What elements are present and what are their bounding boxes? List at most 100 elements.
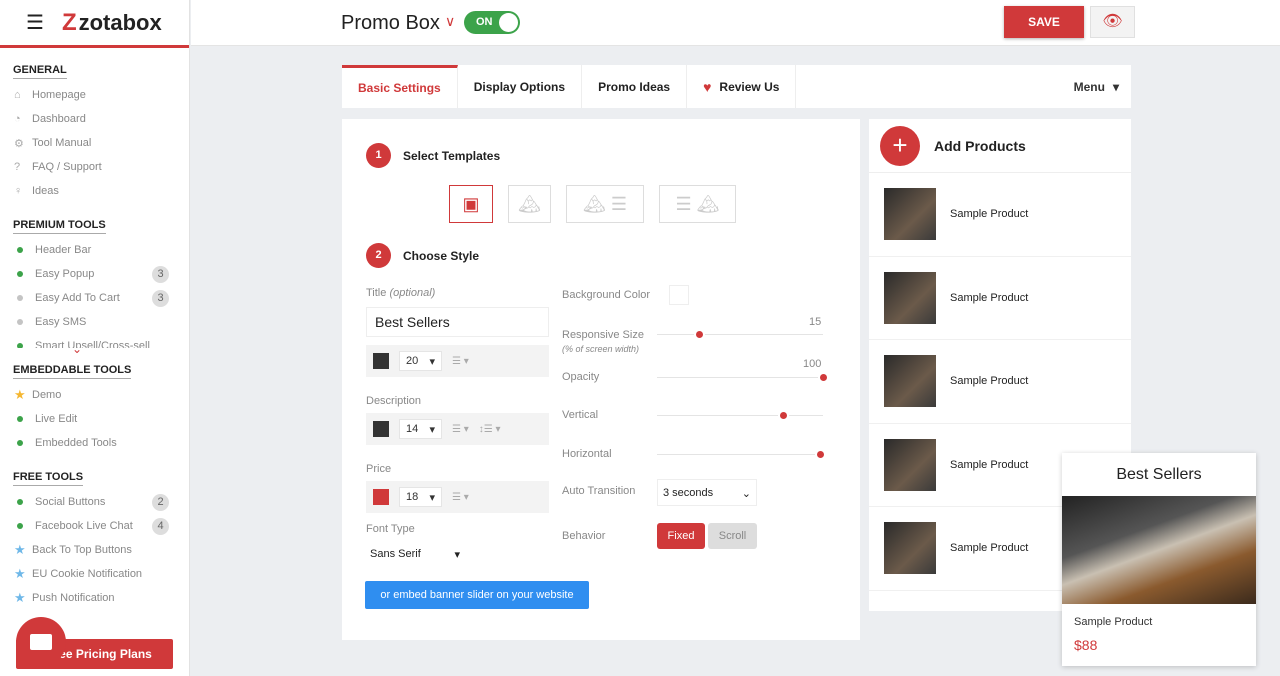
sidebar-item[interactable]: Embedded Tools	[0, 431, 189, 455]
sidebar-item[interactable]: ⌂ Homepage	[0, 83, 189, 107]
sidebar-item[interactable]: ★ Demo	[0, 383, 189, 407]
menu-dropdown[interactable]: Menu ▾	[1074, 65, 1131, 108]
template-option-1[interactable]: ▣	[449, 185, 493, 223]
preview-product-price: $88	[1074, 637, 1098, 653]
sidebar-item-label: Ideas	[32, 185, 59, 197]
sidebar-item[interactable]: ? FAQ / Support	[0, 155, 189, 179]
responsive-size-value: 15	[809, 316, 822, 328]
sidebar-item-label: Easy SMS	[35, 316, 87, 328]
status-dot-icon	[17, 271, 23, 277]
step-select-templates: 1 Select Templates	[366, 143, 500, 168]
zotabox-logo[interactable]: Zzotabox	[62, 9, 162, 37]
status-dot-icon	[17, 343, 23, 348]
auto-transition-select[interactable]: 3 seconds ⌄	[657, 479, 757, 506]
description-color-swatch[interactable]	[373, 421, 389, 437]
home-icon: ⌂	[14, 89, 21, 101]
line-height-icon[interactable]: ↕☰ ▾	[479, 424, 501, 435]
sidebar-item[interactable]: Easy Popup 3	[0, 262, 189, 286]
slider-handle[interactable]	[695, 331, 703, 338]
tab-promo-ideas[interactable]: Promo Ideas	[582, 65, 688, 108]
sidebar-item[interactable]: ⚙ Tool Manual	[0, 131, 189, 155]
promo-box-preview[interactable]: Best Sellers Sample Product $88	[1062, 453, 1256, 666]
sidebar-section-title: PREMIUM TOOLS	[13, 219, 106, 234]
align-icon[interactable]: ☰ ▾	[452, 424, 469, 435]
opacity-slider[interactable]	[657, 374, 827, 381]
chevron-down-icon[interactable]: ⌄	[72, 342, 82, 356]
template-option-4[interactable]: ☰ 🏔	[659, 185, 736, 223]
opacity-value: 100	[803, 358, 822, 370]
logo-bar: ☰ Zzotabox	[0, 0, 189, 48]
font-type-label: Font Type	[366, 523, 415, 535]
title-color-swatch[interactable]	[373, 353, 389, 369]
add-products-header[interactable]: + Add Products	[869, 119, 1131, 173]
font-type-select[interactable]: Sans Serif ▾	[366, 543, 464, 567]
question-icon: ?	[14, 161, 21, 173]
status-dot-icon	[17, 523, 23, 529]
slider-handle[interactable]	[816, 451, 824, 458]
chevron-down-icon[interactable]: ∨	[445, 13, 455, 30]
settings-panel: 1 Select Templates ▣ 🏔 🏔 ☰ ☰ 🏔 2 Choose St…	[342, 119, 860, 640]
horizontal-slider[interactable]	[657, 451, 824, 458]
sidebar-item[interactable]: ★ Push Notification	[0, 586, 189, 610]
template-option-2[interactable]: 🏔	[508, 185, 551, 223]
product-name: Sample Product	[950, 208, 1029, 221]
slider-handle[interactable]	[780, 412, 788, 419]
sidebar-item[interactable]: ♀ Ideas	[0, 179, 189, 203]
sidebar-section-title: EMBEDDABLE TOOLS	[13, 364, 132, 379]
sidebar-item[interactable]: Social Buttons 2	[0, 490, 189, 514]
tab-basic-settings[interactable]: Basic Settings	[342, 65, 458, 108]
save-button[interactable]: SAVE	[1004, 6, 1084, 38]
align-icon[interactable]: ☰ ▾	[452, 492, 469, 503]
star-icon: ★	[14, 387, 26, 402]
sidebar-item[interactable]: ★ EU Cookie Notification	[0, 562, 189, 586]
product-row[interactable]: Sample Product	[869, 257, 1131, 340]
top-bar: Promo Box ∨ ON SAVE 👁	[191, 0, 1280, 46]
step-label: Select Templates	[403, 148, 501, 163]
plus-icon[interactable]: +	[880, 125, 920, 166]
title-size-select[interactable]: 20 ▾	[399, 351, 442, 371]
sidebar-item[interactable]: ◔ Dashboard	[0, 107, 189, 131]
tab-display-options[interactable]: Display Options	[458, 65, 583, 108]
sidebar-section-title: FREE TOOLS	[13, 471, 84, 486]
sidebar-item[interactable]: Easy Add To Cart 3	[0, 286, 189, 310]
price-label: Price	[366, 463, 392, 475]
sidebar-item[interactable]: Header Bar	[0, 238, 189, 262]
tab-review-us[interactable]: ♥ Review Us	[687, 65, 797, 108]
preview-eye-icon[interactable]: 👁	[1090, 6, 1135, 38]
template-option-3[interactable]: 🏔 ☰	[566, 185, 644, 223]
description-label: Description	[366, 395, 422, 407]
sidebar-item[interactable]: Live Edit	[0, 407, 189, 431]
product-name: Sample Product	[950, 458, 1029, 471]
status-dot-icon	[17, 499, 23, 505]
sidebar-item-label: FAQ / Support	[32, 161, 102, 173]
sidebar-item-label: Tool Manual	[32, 137, 92, 149]
hamburger-menu-icon[interactable]: ☰	[26, 10, 44, 35]
sidebar-item[interactable]: Facebook Live Chat 4	[0, 514, 189, 538]
sidebar-item-label: Header Bar	[35, 244, 92, 256]
sidebar-item[interactable]: Easy SMS	[0, 310, 189, 334]
behavior-fixed-button[interactable]: Fixed	[657, 523, 705, 549]
chat-icon[interactable]	[16, 617, 66, 667]
sidebar-item[interactable]: ★ Back To Top Buttons	[0, 538, 189, 562]
align-icon[interactable]: ☰ ▾	[452, 356, 469, 367]
embed-banner-button[interactable]: or embed banner slider on your website	[365, 581, 589, 609]
preview-product-image	[1062, 496, 1256, 604]
behavior-scroll-button[interactable]: Scroll	[708, 523, 757, 549]
step-number: 2	[366, 243, 391, 268]
description-size-select[interactable]: 14 ▾	[399, 419, 442, 439]
price-color-swatch[interactable]	[373, 489, 389, 505]
responsive-size-slider[interactable]	[657, 331, 823, 338]
price-size-select[interactable]: 18 ▾	[399, 487, 442, 507]
vertical-slider[interactable]	[657, 412, 823, 419]
title-input[interactable]: Best Sellers	[366, 307, 549, 337]
auto-transition-label: Auto Transition	[562, 485, 636, 497]
slider-handle[interactable]	[820, 374, 827, 381]
background-color-label: Background Color	[562, 289, 651, 301]
product-row[interactable]: Sample Product	[869, 173, 1131, 257]
on-toggle[interactable]: ON	[464, 11, 520, 34]
product-row[interactable]: Sample Product	[869, 340, 1131, 424]
sidebar-item[interactable]: Smart Upsell/Cross-sell	[0, 334, 189, 348]
behavior-label: Behavior	[562, 530, 606, 542]
star-icon: ★	[14, 566, 26, 581]
background-color-swatch[interactable]	[669, 285, 689, 305]
